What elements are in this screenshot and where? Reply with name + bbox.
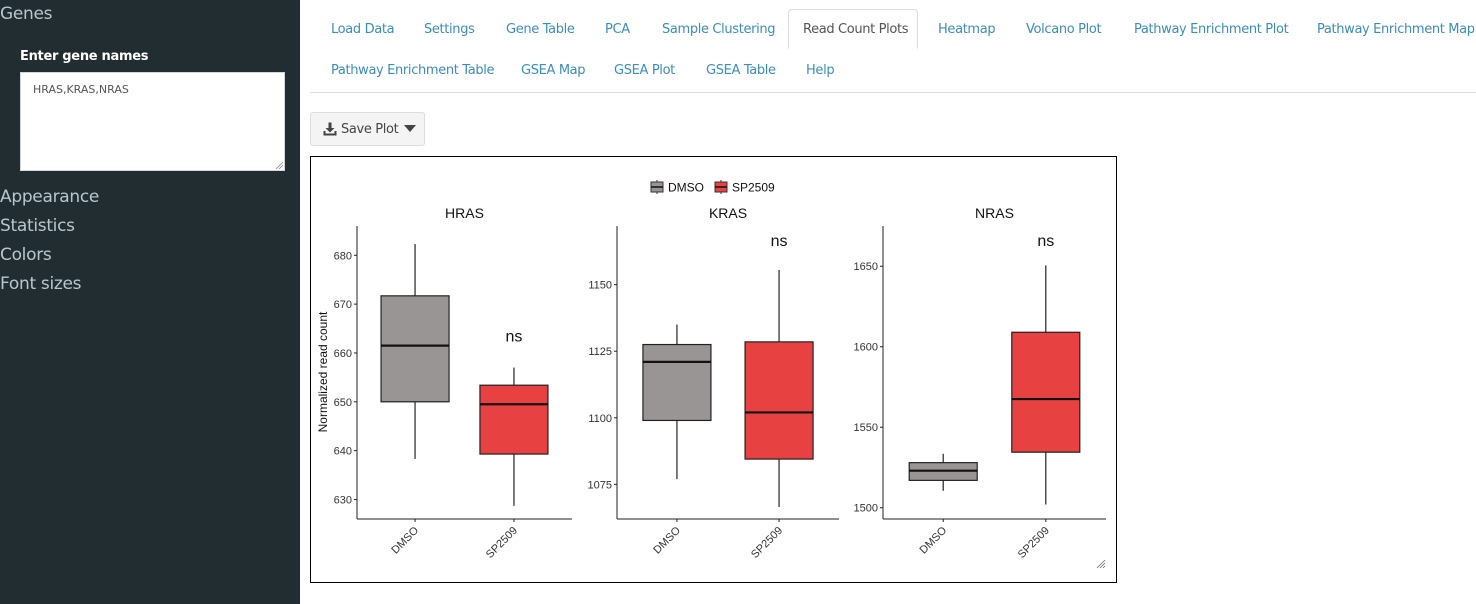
tab-bar: Load Data Settings Gene Table PCA Sample… bbox=[310, 0, 1476, 93]
sidebar-section-statistics[interactable]: Statistics bbox=[0, 216, 75, 236]
x-tick-label-hras-sp2509: SP2509 bbox=[484, 525, 520, 561]
y-tick-label-hras: 670 bbox=[334, 299, 352, 311]
legend-label-dmso: DMSO bbox=[668, 181, 704, 195]
tab-pca[interactable]: PCA bbox=[605, 22, 630, 37]
significance-label-nras: ns bbox=[1037, 233, 1054, 250]
y-tick-label-hras: 640 bbox=[334, 446, 352, 458]
gene-names-input[interactable] bbox=[20, 72, 285, 171]
plot-resize-handle-icon[interactable] bbox=[1096, 559, 1106, 569]
tab-sample-clustering[interactable]: Sample Clustering bbox=[662, 22, 776, 37]
y-axis-label: Normalized read count bbox=[316, 311, 330, 432]
tab-load-data[interactable]: Load Data bbox=[331, 22, 395, 37]
tab-help[interactable]: Help bbox=[806, 63, 835, 78]
tab-pathway-enrichment-map[interactable]: Pathway Enrichment Map bbox=[1317, 22, 1475, 37]
y-tick-label-kras: 1100 bbox=[588, 413, 612, 425]
sidebar-section-appearance[interactable]: Appearance bbox=[0, 187, 99, 207]
y-tick-label-nras: 1500 bbox=[854, 503, 878, 515]
sidebar-section-font-sizes[interactable]: Font sizes bbox=[0, 274, 82, 294]
sidebar-section-colors[interactable]: Colors bbox=[0, 245, 52, 265]
tab-gsea-plot[interactable]: GSEA Plot bbox=[614, 63, 675, 78]
gene-input-label: Enter gene names bbox=[20, 49, 149, 64]
significance-label-kras: ns bbox=[771, 233, 788, 250]
y-tick-label-kras: 1150 bbox=[588, 280, 612, 292]
tab-gene-table[interactable]: Gene Table bbox=[506, 22, 575, 37]
panel-title-nras: NRAS bbox=[975, 205, 1014, 221]
x-tick-label-kras-sp2509: SP2509 bbox=[749, 525, 785, 561]
tab-gsea-map[interactable]: GSEA Map bbox=[521, 63, 586, 78]
tab-volcano-plot[interactable]: Volcano Plot bbox=[1026, 22, 1102, 37]
read-count-plot: DMSO SP2509 Normalized read count HRAS 630 64… bbox=[310, 156, 1117, 583]
significance-label-hras: ns bbox=[505, 329, 522, 346]
y-tick-label-hras: 650 bbox=[334, 397, 352, 409]
y-tick-label-kras: 1125 bbox=[588, 346, 612, 358]
y-tick-label-hras: 630 bbox=[334, 494, 352, 506]
tab-gsea-table[interactable]: GSEA Table bbox=[706, 63, 776, 78]
legend-label-sp2509: SP2509 bbox=[732, 181, 775, 195]
tab-read-count-plots[interactable]: Read Count Plots bbox=[788, 9, 918, 49]
panel-title-hras: HRAS bbox=[445, 205, 484, 221]
box-hras-sp2509 bbox=[479, 384, 549, 455]
y-tick-label-kras: 1075 bbox=[588, 479, 612, 491]
tab-pathway-enrichment-plot[interactable]: Pathway Enrichment Plot bbox=[1134, 22, 1289, 37]
boxplot-chart: DMSO SP2509 Normalized read count HRAS 630 64… bbox=[316, 180, 1106, 569]
y-tick-label-nras: 1550 bbox=[854, 422, 878, 434]
sidebar: Genes Enter gene names Appearance Statis… bbox=[0, 0, 300, 604]
y-tick-label-hras: 660 bbox=[334, 348, 352, 360]
box-kras-sp2509 bbox=[744, 341, 814, 460]
box-nras-sp2509 bbox=[1011, 331, 1081, 453]
tab-settings[interactable]: Settings bbox=[424, 22, 475, 37]
tab-heatmap[interactable]: Heatmap bbox=[938, 22, 996, 37]
resize-grip-icon[interactable] bbox=[275, 161, 283, 169]
sidebar-section-genes[interactable]: Genes bbox=[0, 4, 53, 24]
y-tick-label-nras: 1600 bbox=[854, 342, 878, 354]
save-plot-button[interactable]: Save Plot bbox=[310, 112, 425, 146]
y-tick-label-hras: 680 bbox=[334, 250, 352, 262]
panel-title-kras: KRAS bbox=[709, 205, 747, 221]
tab-pathway-enrichment-table[interactable]: Pathway Enrichment Table bbox=[331, 63, 494, 78]
x-tick-label-kras-dmso: DMSO bbox=[651, 524, 683, 556]
x-tick-label-hras-dmso: DMSO bbox=[389, 524, 421, 556]
y-tick-label-nras: 1650 bbox=[854, 261, 878, 273]
x-tick-label-nras-dmso: DMSO bbox=[918, 524, 950, 556]
x-tick-label-nras-sp2509: SP2509 bbox=[1016, 525, 1052, 561]
caret-down-icon bbox=[404, 125, 417, 132]
download-icon bbox=[323, 122, 337, 136]
box-kras-dmso bbox=[642, 343, 712, 422]
box-hras-dmso bbox=[380, 295, 450, 403]
save-plot-label: Save Plot bbox=[341, 121, 399, 137]
